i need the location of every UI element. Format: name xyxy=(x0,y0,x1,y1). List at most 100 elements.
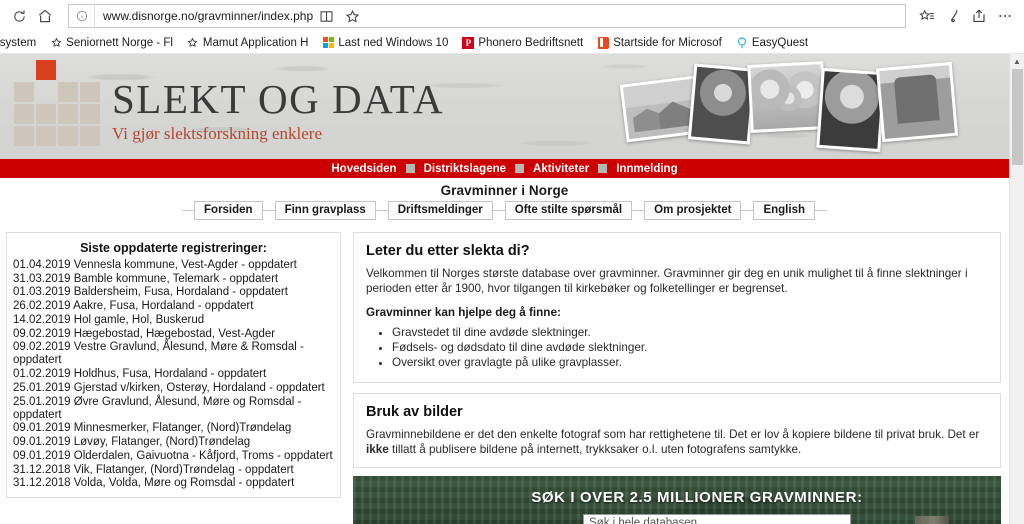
tab-finn-gravplass[interactable]: Finn gravplass xyxy=(274,201,376,220)
tab-om-prosjektet[interactable]: Om prosjektet xyxy=(644,201,742,220)
logo-text-block[interactable]: SLEKT OG DATA Vi gjør slektsforskning en… xyxy=(112,76,444,144)
search-input[interactable] xyxy=(583,513,851,524)
list-item[interactable]: 09.01.2019 Minnesmerker, Flatanger, (Nor… xyxy=(13,422,334,435)
bookmark-label: Seniornett Norge - Fl xyxy=(66,36,173,49)
photo-collage xyxy=(619,60,995,156)
update-text: Gjerstad v/kirken, Osterøy, Hordaland - … xyxy=(73,381,325,394)
pen-icon[interactable] xyxy=(940,3,966,29)
list-item: Gravstedet til dine avdøde slektninger. xyxy=(392,325,988,340)
bookmark-item[interactable]: ssystem xyxy=(0,37,43,49)
tab-driftsmeldinger[interactable]: Driftsmeldinger xyxy=(387,201,493,220)
nav-item-aktiviteter[interactable]: Aktiviteter xyxy=(524,163,598,175)
section-tabs: Forsiden Finn gravplass Driftsmeldinger … xyxy=(0,201,1009,224)
update-date: 14.02.2019 xyxy=(13,313,71,326)
latest-updates-list: 01.04.2019 Vennesla kommune, Vest-Agder … xyxy=(13,259,334,490)
nav-item-hovedsiden[interactable]: Hovedsiden xyxy=(322,163,405,175)
latest-updates-panel: Siste oppdaterte registreringer: 01.04.2… xyxy=(6,232,341,498)
update-text: Volda, Volda, Møre og Romsdal - oppdater… xyxy=(73,477,295,490)
favorites-hub-icon[interactable] xyxy=(914,3,940,29)
site-title: SLEKT OG DATA xyxy=(112,76,445,122)
bookmark-item[interactable]: Mamut Application H xyxy=(180,37,315,49)
bookmark-item[interactable]: P Phonero Bedriftsnett xyxy=(455,36,590,49)
update-date: 25.01.2019 xyxy=(13,381,71,394)
tab-divider xyxy=(814,210,827,211)
list-item[interactable]: 09.01.2019 Løvøy, Flatanger, (Nord)Trønd… xyxy=(13,436,334,449)
scrollbar-thumb[interactable] xyxy=(1012,69,1023,165)
bookmark-item[interactable]: Startside for Microsof xyxy=(590,36,729,49)
tab-divider xyxy=(262,210,275,211)
list-item[interactable]: 25.01.2019 Gjerstad v/kirken, Osterøy, H… xyxy=(13,382,334,395)
update-date: 01.03.2019 xyxy=(13,286,71,299)
update-date: 01.04.2019 xyxy=(13,259,71,271)
bookmark-label: Phonero Bedriftsnett xyxy=(478,36,584,49)
update-date: 31.12.2018 xyxy=(13,477,71,490)
update-text: Holdhus, Fusa, Hordaland - oppdatert xyxy=(73,368,267,381)
list-item[interactable]: 09.01.2019 Olderdalen, Gaivuotna - Kåfjo… xyxy=(13,450,334,463)
list-item[interactable]: 26.02.2019 Aakre, Fusa, Hordaland - oppd… xyxy=(13,300,334,313)
site-header: SLEKT OG DATA Vi gjør slektsforskning en… xyxy=(0,54,1009,159)
microsoft-office-icon xyxy=(597,36,609,49)
latest-updates-heading: Siste oppdaterte registreringer: xyxy=(80,241,267,255)
easyquest-icon xyxy=(736,36,748,49)
bookmark-item[interactable]: Seniornett Norge - Fl xyxy=(43,37,180,49)
book-icon[interactable] xyxy=(313,3,339,29)
list-item[interactable]: 01.04.2019 Vennesla kommune, Vest-Agder … xyxy=(13,259,334,272)
bookmark-item[interactable]: EasyQuest xyxy=(729,37,815,49)
list-item[interactable]: 25.01.2019 Øvre Gravlund, Ålesund, Møre … xyxy=(13,396,334,422)
search-banner-title: SØK I OVER 2.5 MILLIONER GRAVMINNER: xyxy=(531,489,863,506)
share-icon[interactable] xyxy=(966,3,992,29)
intro-heading: Leter du etter slekta di? xyxy=(366,243,530,259)
bookmark-label: Last ned Windows 10 xyxy=(338,36,449,49)
search-banner: SØK I OVER 2.5 MILLIONER GRAVMINNER: xyxy=(353,476,1001,524)
page-scrollbar[interactable]: ▲ xyxy=(1009,54,1024,524)
address-bar[interactable]: www.disnorge.no/gravminner/index.php xyxy=(68,4,906,28)
update-date: 26.02.2019 xyxy=(13,300,71,313)
primary-navigation: Hovedsiden Distriktslagene Aktiviteter I… xyxy=(0,159,1009,178)
phonero-p-icon: P xyxy=(462,36,475,49)
list-item[interactable]: 01.03.2019 Baldersheim, Fusa, Hordaland … xyxy=(13,286,334,299)
list-item[interactable]: 31.03.2019 Bamble kommune, Telemark - op… xyxy=(13,273,334,286)
bookmarks-bar: ssystem Seniornett Norge - Fl Mamut Appl… xyxy=(0,32,1024,54)
list-item[interactable]: 09.02.2019 Hægebostad, Hægebostad, Vest-… xyxy=(13,328,334,341)
bookmark-item[interactable]: Last ned Windows 10 xyxy=(315,37,455,49)
nav-separator-icon xyxy=(515,164,525,173)
update-text: Aakre, Fusa, Hordaland - oppdatert xyxy=(73,300,254,313)
image-usage-text: Gravminnebildene er det den enkelte foto… xyxy=(366,428,988,457)
list-item[interactable]: 09.02.2019 Vestre Gravlund, Ålesund, Mør… xyxy=(13,341,334,367)
list-item[interactable]: 01.02.2019 Holdhus, Fusa, Hordaland - op… xyxy=(13,368,334,381)
list-item: Fødsels- og dødsdato til dine avdøde sle… xyxy=(392,340,988,355)
tab-english[interactable]: English xyxy=(753,201,815,220)
nav-item-distriktslagene[interactable]: Distriktslagene xyxy=(415,163,515,175)
nav-separator-icon xyxy=(405,164,415,173)
tab-divider xyxy=(182,210,195,211)
children-photo xyxy=(747,61,827,133)
update-text: Bamble kommune, Telemark - oppdatert xyxy=(73,272,279,285)
bookmark-label: EasyQuest xyxy=(751,36,809,49)
list-item[interactable]: 14.02.2019 Hol gamle, Hol, Buskerud xyxy=(13,314,334,327)
home-icon[interactable] xyxy=(32,3,58,29)
tab-divider xyxy=(632,210,645,211)
bookmark-label: ssystem xyxy=(0,36,37,49)
update-text: Olderdalen, Gaivuotna - Kåfjord, Troms -… xyxy=(73,449,333,462)
page-title: Gravminner i Norge xyxy=(440,183,569,198)
update-date: 09.01.2019 xyxy=(13,436,71,449)
list-item[interactable]: 31.12.2018 Vik, Flatanger, (Nord)Trøndel… xyxy=(13,464,334,477)
update-date: 09.01.2019 xyxy=(13,449,71,462)
star-icon[interactable] xyxy=(339,3,365,29)
refresh-icon[interactable] xyxy=(6,3,32,29)
info-icon[interactable] xyxy=(69,5,95,27)
nav-item-innmelding[interactable]: Innmelding xyxy=(607,163,686,175)
update-text: Hægebostad, Hægebostad, Vest-Agder xyxy=(73,327,276,340)
star-icon xyxy=(50,37,62,49)
tab-ofte-stilte-sporsmal[interactable]: Ofte stilte spørsmål xyxy=(504,201,633,220)
ellipsis-icon[interactable] xyxy=(992,3,1018,29)
tab-forsiden[interactable]: Forsiden xyxy=(194,201,263,220)
bookmark-label: Mamut Application H xyxy=(202,36,309,49)
page-content: Siste oppdaterte registreringer: 01.04.2… xyxy=(0,224,1009,524)
list-item[interactable]: 31.12.2018 Volda, Volda, Møre og Romsdal… xyxy=(13,477,334,490)
main-column: Leter du etter slekta di? Velkommen til … xyxy=(353,232,1001,524)
intro-panel: Leter du etter slekta di? Velkommen til … xyxy=(353,232,1001,383)
scroll-up-icon[interactable]: ▲ xyxy=(1010,54,1024,69)
slekt-og-data-logo-icon[interactable] xyxy=(14,58,110,156)
update-date: 25.01.2019 xyxy=(13,395,71,408)
